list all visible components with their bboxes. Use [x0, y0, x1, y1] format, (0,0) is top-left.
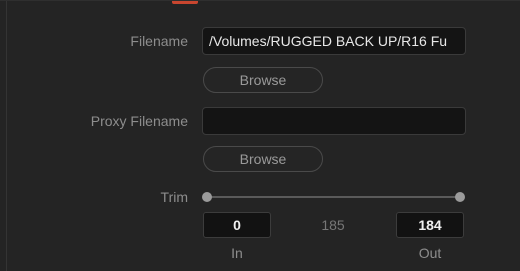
browse-button[interactable]: Browse [203, 67, 323, 93]
trim-out-handle[interactable] [455, 192, 465, 202]
loader-file-panel: Filename /Volumes/RUGGED BACK UP/R16 Fu … [0, 0, 520, 271]
active-tab-indicator [172, 1, 198, 4]
proxy-browse-button[interactable]: Browse [203, 146, 323, 172]
proxy-filename-field[interactable] [202, 107, 466, 135]
trim-out-field[interactable]: 184 [396, 212, 464, 238]
trim-in-handle[interactable] [202, 192, 212, 202]
trim-range-slider[interactable] [207, 196, 461, 198]
proxy-filename-label: Proxy Filename [90, 113, 188, 129]
trim-in-field[interactable]: 0 [203, 212, 271, 238]
filename-field[interactable]: /Volumes/RUGGED BACK UP/R16 Fu [202, 27, 466, 55]
trim-in-label: In [231, 245, 243, 261]
panel-divider [6, 1, 7, 271]
trim-total-frames: 185 [321, 217, 345, 233]
filename-label: Filename [130, 33, 188, 49]
trim-out-label: Out [418, 245, 442, 261]
trim-label: Trim [160, 189, 188, 205]
